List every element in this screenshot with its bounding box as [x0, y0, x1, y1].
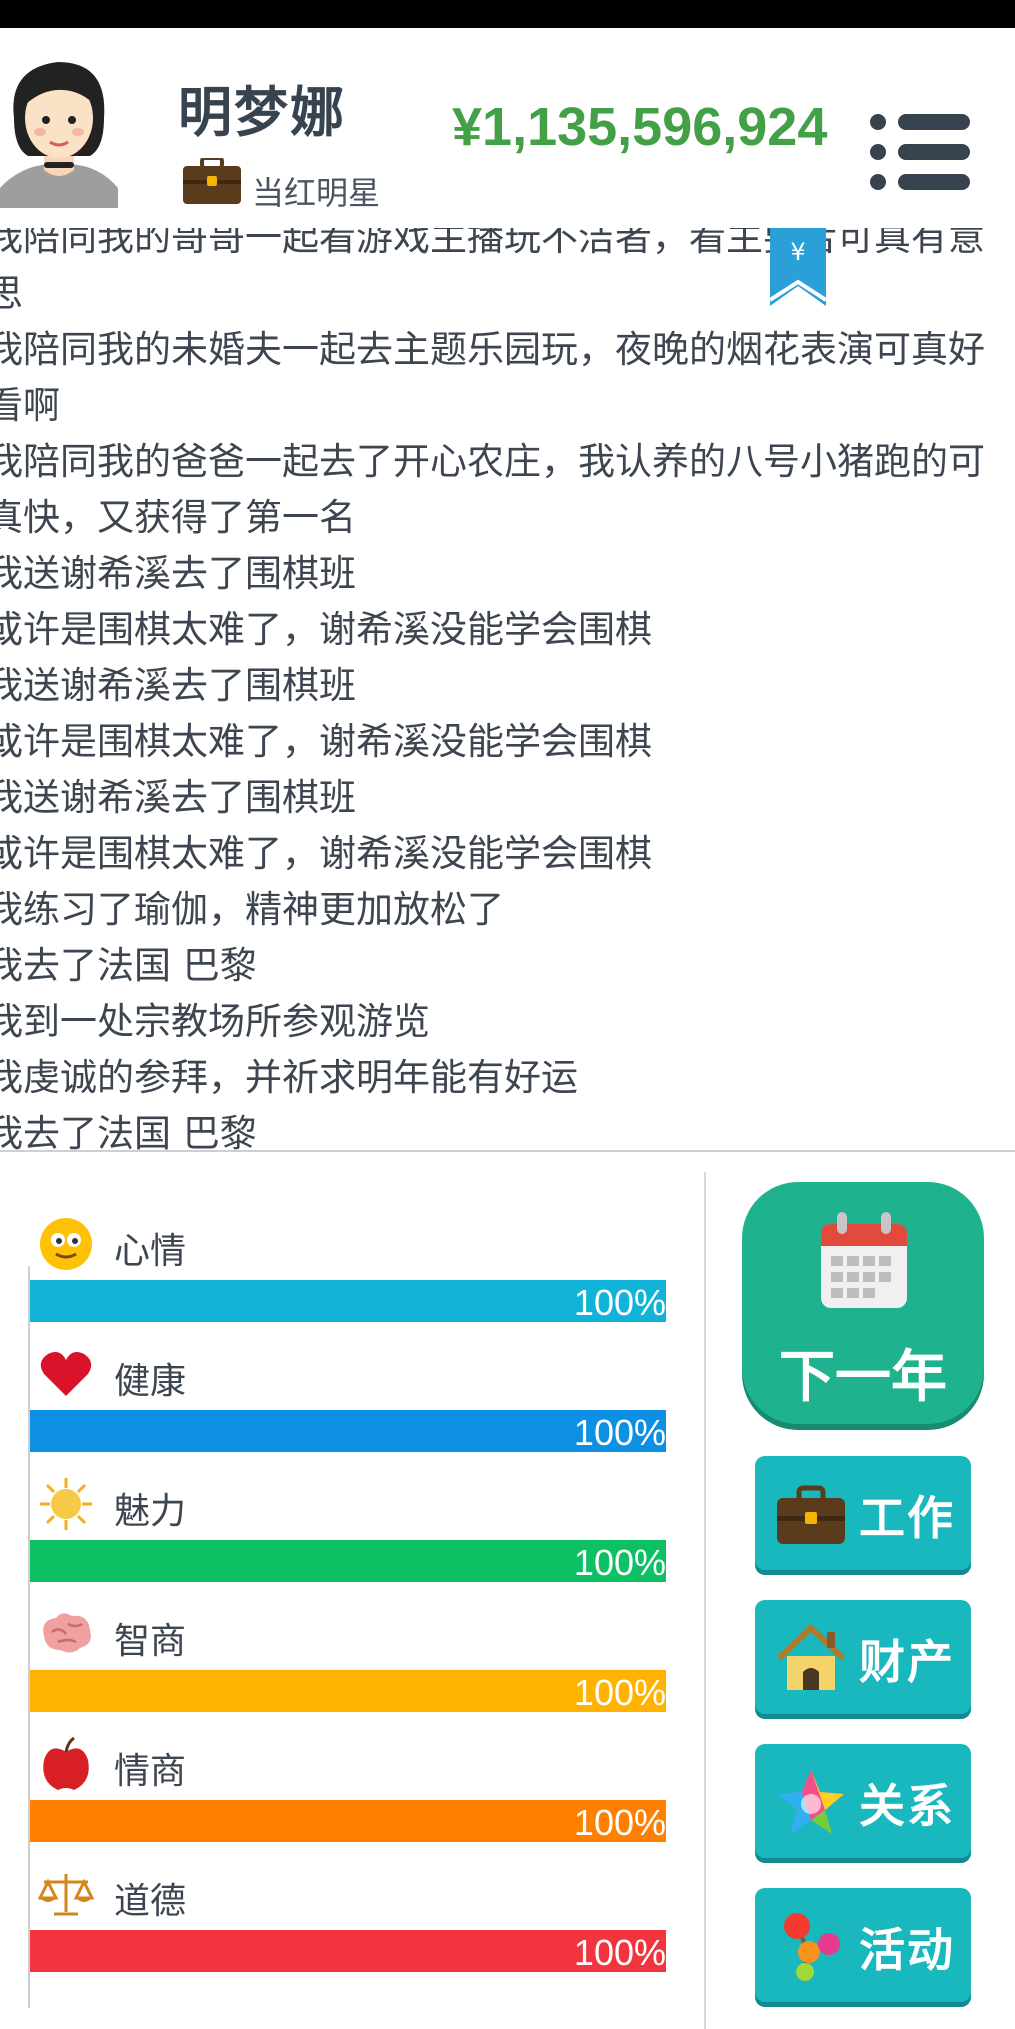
smiley-icon	[38, 1216, 94, 1272]
panel-divider	[704, 1172, 706, 2029]
stat-value: 100%	[573, 1802, 666, 1843]
calendar-icon	[821, 1212, 907, 1308]
house-icon	[776, 1623, 846, 1690]
stat-bar: 100%	[30, 1540, 666, 1583]
next-year-label: 下一年	[779, 1345, 947, 1410]
heart-icon	[38, 1346, 94, 1402]
event-log-list: 我陪同我的哥哥一起看游戏主播玩不洁者，看主要舌可真有意思我陪同我的未婚夫一起去主…	[0, 228, 986, 1152]
relations-label: 关系	[859, 1779, 955, 1833]
stat-label: 魅力	[114, 1491, 187, 1532]
stat-bar: 100%	[30, 1280, 666, 1323]
relations-button[interactable]: 关系	[755, 1744, 971, 1858]
stat-row: 智商 100%	[30, 1606, 666, 1726]
stat-bar-fill	[30, 1930, 666, 1972]
brain-icon	[38, 1606, 94, 1662]
property-button[interactable]: 财产	[755, 1600, 971, 1714]
stat-value: 100%	[573, 1412, 666, 1453]
log-entry: 我去了法国 巴黎	[0, 1112, 257, 1152]
log-entry: 或许是围棋太难了，谢希溪没能学会围棋	[0, 720, 652, 763]
stat-row: 魅力 100%	[30, 1476, 666, 1596]
stat-label: 情商	[114, 1751, 187, 1792]
stat-row: 健康 100%	[30, 1346, 666, 1466]
briefcase-icon	[183, 158, 241, 204]
stat-bar: 100%	[30, 1930, 666, 1973]
stat-value: 100%	[573, 1672, 666, 1713]
stat-value: 100%	[573, 1542, 666, 1583]
stat-row: 道德 100%	[30, 1866, 666, 1986]
event-log[interactable]: 我陪同我的哥哥一起看游戏主播玩不洁者，看主要舌可真有意思我陪同我的未婚夫一起去主…	[0, 228, 1015, 1152]
activities-label: 活动	[859, 1923, 955, 1977]
stat-label: 道德	[114, 1881, 187, 1922]
log-entry: 我练习了瑜伽，精神更加放松了	[0, 888, 504, 931]
svg-text:¥: ¥	[790, 238, 805, 266]
log-entry: 我虔诚的参拜，并祈求明年能有好运	[0, 1056, 578, 1099]
stat-row: 情商 100%	[30, 1736, 666, 1856]
log-entry: 我陪同我的哥哥一起看游戏主播玩不洁者，看主要舌可真有意思	[0, 228, 985, 315]
stat-bar: 100%	[30, 1670, 666, 1713]
property-label: 财产	[859, 1635, 955, 1689]
stat-bar-fill	[30, 1800, 666, 1842]
stat-bar-fill	[30, 1670, 666, 1712]
apple-icon	[38, 1736, 94, 1792]
sun-icon	[38, 1476, 94, 1532]
log-entry: 我到一处宗教场所参观游览	[0, 1000, 430, 1043]
log-entry: 我送谢希溪去了围棋班	[0, 776, 356, 819]
bookmark-icon[interactable]: ¥	[770, 228, 826, 306]
log-entry: 我去了法国 巴黎	[0, 944, 257, 987]
next-year-button[interactable]: 下一年	[742, 1182, 984, 1424]
stat-label: 健康	[114, 1361, 187, 1402]
status-bar	[0, 0, 1015, 28]
log-entry: 我陪同我的爸爸一起去了开心农庄，我认养的八号小猪跑的可真快，又获得了第一名	[0, 440, 985, 539]
avatar[interactable]	[0, 48, 118, 208]
stat-row: 心情 100%	[30, 1216, 666, 1336]
work-label: 工作	[859, 1491, 955, 1545]
stat-bar-fill	[30, 1410, 666, 1452]
stat-label: 智商	[114, 1621, 187, 1662]
stat-label: 心情	[114, 1231, 187, 1272]
stat-bar: 100%	[30, 1410, 666, 1453]
money-balance: ¥1,135,596,924	[452, 97, 828, 157]
player-header: 明梦娜 当红明星 ¥1,135,596,924	[0, 28, 1015, 228]
log-entry: 或许是围棋太难了，谢希溪没能学会围棋	[0, 832, 652, 875]
stat-value: 100%	[573, 1932, 666, 1973]
work-button[interactable]: 工作	[755, 1456, 971, 1570]
stat-bar-fill	[30, 1280, 666, 1322]
scales-icon	[37, 1866, 95, 1922]
player-name: 明梦娜	[178, 81, 346, 144]
stat-bar: 100%	[30, 1800, 666, 1843]
log-entry: 我送谢希溪去了围棋班	[0, 552, 356, 595]
job-title: 当红明星	[252, 174, 381, 212]
log-entry: 或许是围棋太难了，谢希溪没能学会围棋	[0, 608, 652, 651]
molecule-icon	[784, 1913, 840, 1981]
log-entry: 我送谢希溪去了围棋班	[0, 664, 356, 707]
star-icon	[778, 1770, 844, 1834]
menu-icon[interactable]	[870, 112, 970, 192]
activities-button[interactable]: 活动	[755, 1888, 971, 2002]
stat-value: 100%	[573, 1282, 666, 1323]
log-entry: 我陪同我的未婚夫一起去主题乐园玩，夜晚的烟花表演可真好看啊	[0, 328, 985, 427]
briefcase-icon	[777, 1485, 845, 1544]
stat-bar-fill	[30, 1540, 666, 1582]
